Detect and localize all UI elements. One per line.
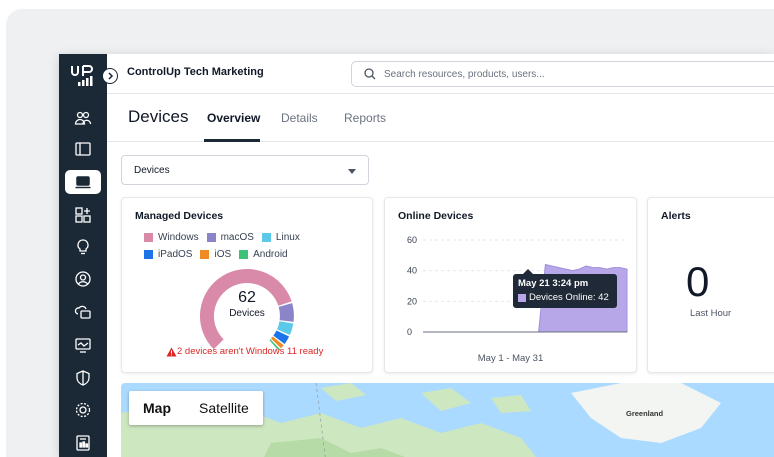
report-icon[interactable] [71,431,95,455]
y-tick-label: 0 [407,327,412,337]
online-devices-title: Online Devices [398,210,474,222]
managed-devices-title: Managed Devices [135,210,224,222]
controlup-logo[interactable] [70,64,96,88]
chart-tooltip: May 21 3:24 pm Devices Online: 42 [513,269,617,308]
page-header: Devices Overview Details Reports [107,94,774,142]
managed-devices-card: Managed Devices Windows macOS Linux iPad… [121,197,373,373]
donut-slice-macos [278,303,294,322]
active-tab-indicator [204,139,260,142]
legend-item-ipados[interactable]: iPadOS [144,249,192,260]
donut-slice-ios [270,336,284,349]
cloud-icon[interactable] [71,300,95,324]
legend-item-linux[interactable]: Linux [261,232,300,243]
y-tick-label: 40 [407,266,417,276]
device-type-select-value: Devices [134,165,170,176]
legend-item-android[interactable]: Android [239,249,288,260]
alerts-period: Last Hour [690,308,732,319]
user-circle-icon[interactable] [71,267,95,291]
tab-details[interactable]: Details [281,111,318,125]
chart-date-range: May 1 - May 31 [477,353,544,364]
warning-icon [166,347,177,356]
monitor-icon[interactable] [71,333,95,357]
alerts-title: Alerts [661,210,691,222]
device-total: 62 [238,289,256,306]
dashboard-icon[interactable] [71,137,95,161]
sidebar-toggle-button[interactable] [102,68,118,84]
map-mode-button[interactable]: Map [129,391,185,425]
users-icon[interactable] [71,106,95,130]
shield-icon[interactable] [71,366,95,390]
top-bar: ControlUp Tech Marketing Search resource… [107,54,774,94]
map-type-control: Map Satellite [129,391,263,425]
donut-slice-linux [277,321,294,336]
tab-overview[interactable]: Overview [207,111,260,125]
y-tick-label: 20 [407,296,417,306]
device-total-label: Devices [229,308,265,319]
alerts-card: Alerts 0 Last Hour [647,197,774,373]
tooltip-value: Devices Online: 42 [518,292,612,303]
tab-reports[interactable]: Reports [344,111,386,125]
donut-slice-ipados [273,330,290,344]
satellite-mode-button[interactable]: Satellite [185,391,263,425]
devices-icon[interactable] [65,170,101,194]
y-tick-label: 60 [407,235,417,245]
legend-item-macos[interactable]: macOS [206,232,254,243]
chevron-down-icon [348,169,356,174]
apps-icon[interactable] [71,203,95,227]
legend-item-ios[interactable]: iOS [200,249,231,260]
windows-11-warning[interactable]: 2 devices aren't Windows 11 ready [166,346,323,357]
device-type-select[interactable]: Devices [121,155,369,185]
alerts-count[interactable]: 0 [686,258,709,306]
search-input[interactable]: Search resources, products, users... [351,61,774,87]
org-name[interactable]: ControlUp Tech Marketing [127,66,264,78]
page-title: Devices [128,107,189,126]
managed-devices-legend: Windows macOS Linux iPadOS iOS Android [144,232,334,260]
legend-item-windows[interactable]: Windows [144,232,199,243]
search-icon [364,68,376,80]
online-devices-card: Online Devices 0 20 40 60 May 21 3:24 pm De… [384,197,637,373]
search-placeholder: Search resources, products, users... [384,68,545,80]
gear-icon[interactable] [71,398,95,422]
sidebar [59,54,107,457]
lightbulb-icon[interactable] [71,235,95,259]
chevron-right-icon [108,72,114,80]
map-region-label: Greenland [626,409,664,418]
tooltip-date: May 21 3:24 pm [518,278,589,289]
app-window: ControlUp Tech Marketing Search resource… [59,54,774,457]
device-map[interactable]: Map Satellite Greenland [121,383,774,457]
